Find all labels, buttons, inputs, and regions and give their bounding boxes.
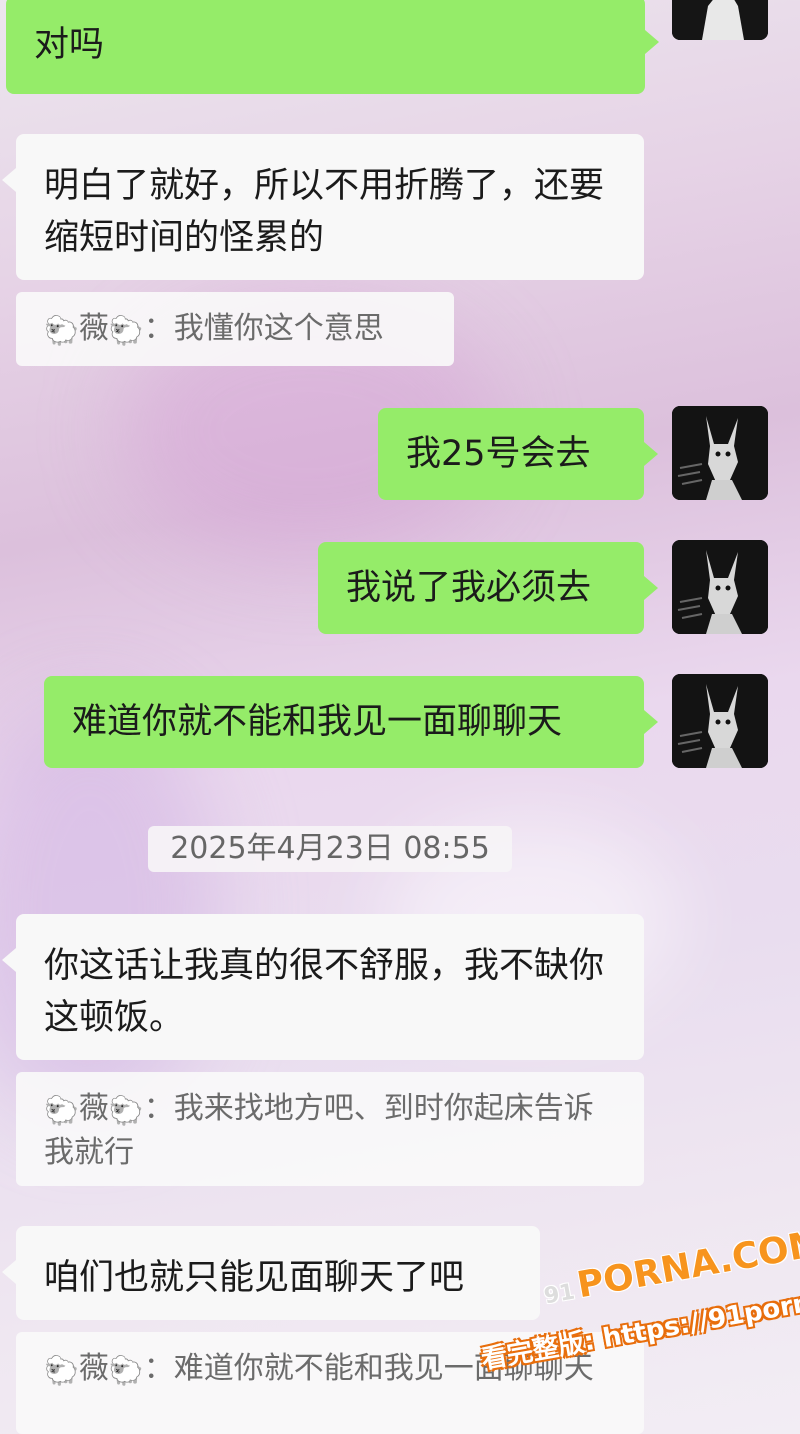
avatar-self[interactable] (672, 0, 768, 40)
dog-avatar-icon (672, 674, 768, 768)
message-outgoing[interactable]: 难道你就不能和我见一面聊聊天 (44, 676, 658, 768)
message-text: 对吗 (34, 25, 105, 65)
quote-sender: 薇 (78, 311, 109, 346)
dog-avatar-icon (672, 540, 768, 634)
quoted-reply[interactable]: 🐑薇🐑：我懂你这个意思 (16, 292, 454, 366)
quote-separator: ： (143, 1351, 174, 1386)
timestamp: 2025年4月23日 08:55 (148, 826, 512, 872)
message-text: 我说了我必须去 (346, 568, 592, 608)
quote-separator: ： (143, 1091, 174, 1126)
message-outgoing[interactable]: 我说了我必须去 (318, 542, 658, 634)
message-text: 明白了就好，所以不用折腾了，还要缩短时间的怪累的 (44, 166, 605, 258)
message-text: 咱们也就只能见面聊天了吧 (44, 1258, 465, 1298)
message-incoming[interactable]: 你这话让我真的很不舒服，我不缺你这顿饭。 (2, 914, 644, 1060)
avatar-self[interactable] (672, 674, 768, 768)
avatar-self[interactable] (672, 540, 768, 634)
message-text: 难道你就不能和我见一面聊聊天 (72, 702, 563, 742)
quote-sender: 薇 (78, 1091, 109, 1126)
watermark-prefix: 91 (542, 1279, 577, 1310)
message-text: 你这话让我真的很不舒服，我不缺你这顿饭。 (44, 946, 605, 1038)
quoted-reply[interactable]: 🐑薇🐑：我来找地方吧、到时你起床告诉我就行 (16, 1072, 644, 1186)
message-text: 我25号会去 (406, 434, 591, 474)
message-incoming[interactable]: 咱们也就只能见面聊天了吧 (2, 1226, 540, 1320)
sheep-emoji-icon: 🐑 (44, 1354, 79, 1387)
sheep-emoji-icon: 🐑 (108, 314, 144, 347)
sheep-emoji-icon: 🐑 (44, 314, 79, 347)
sheep-emoji-icon: 🐑 (108, 1354, 144, 1387)
sheep-emoji-icon: 🐑 (44, 1094, 79, 1127)
quote-text: 我懂你这个意思 (173, 311, 384, 346)
quote-sender: 薇 (78, 1351, 109, 1386)
message-incoming[interactable]: 明白了就好，所以不用折腾了，还要缩短时间的怪累的 (2, 134, 644, 280)
dog-avatar-icon (672, 406, 768, 500)
sheep-emoji-icon: 🐑 (108, 1094, 144, 1127)
message-outgoing[interactable]: 对吗 (6, 0, 659, 94)
message-outgoing[interactable]: 我25号会去 (378, 408, 658, 500)
dog-avatar-icon (672, 0, 768, 40)
quote-separator: ： (143, 311, 174, 346)
avatar-self[interactable] (672, 406, 768, 500)
